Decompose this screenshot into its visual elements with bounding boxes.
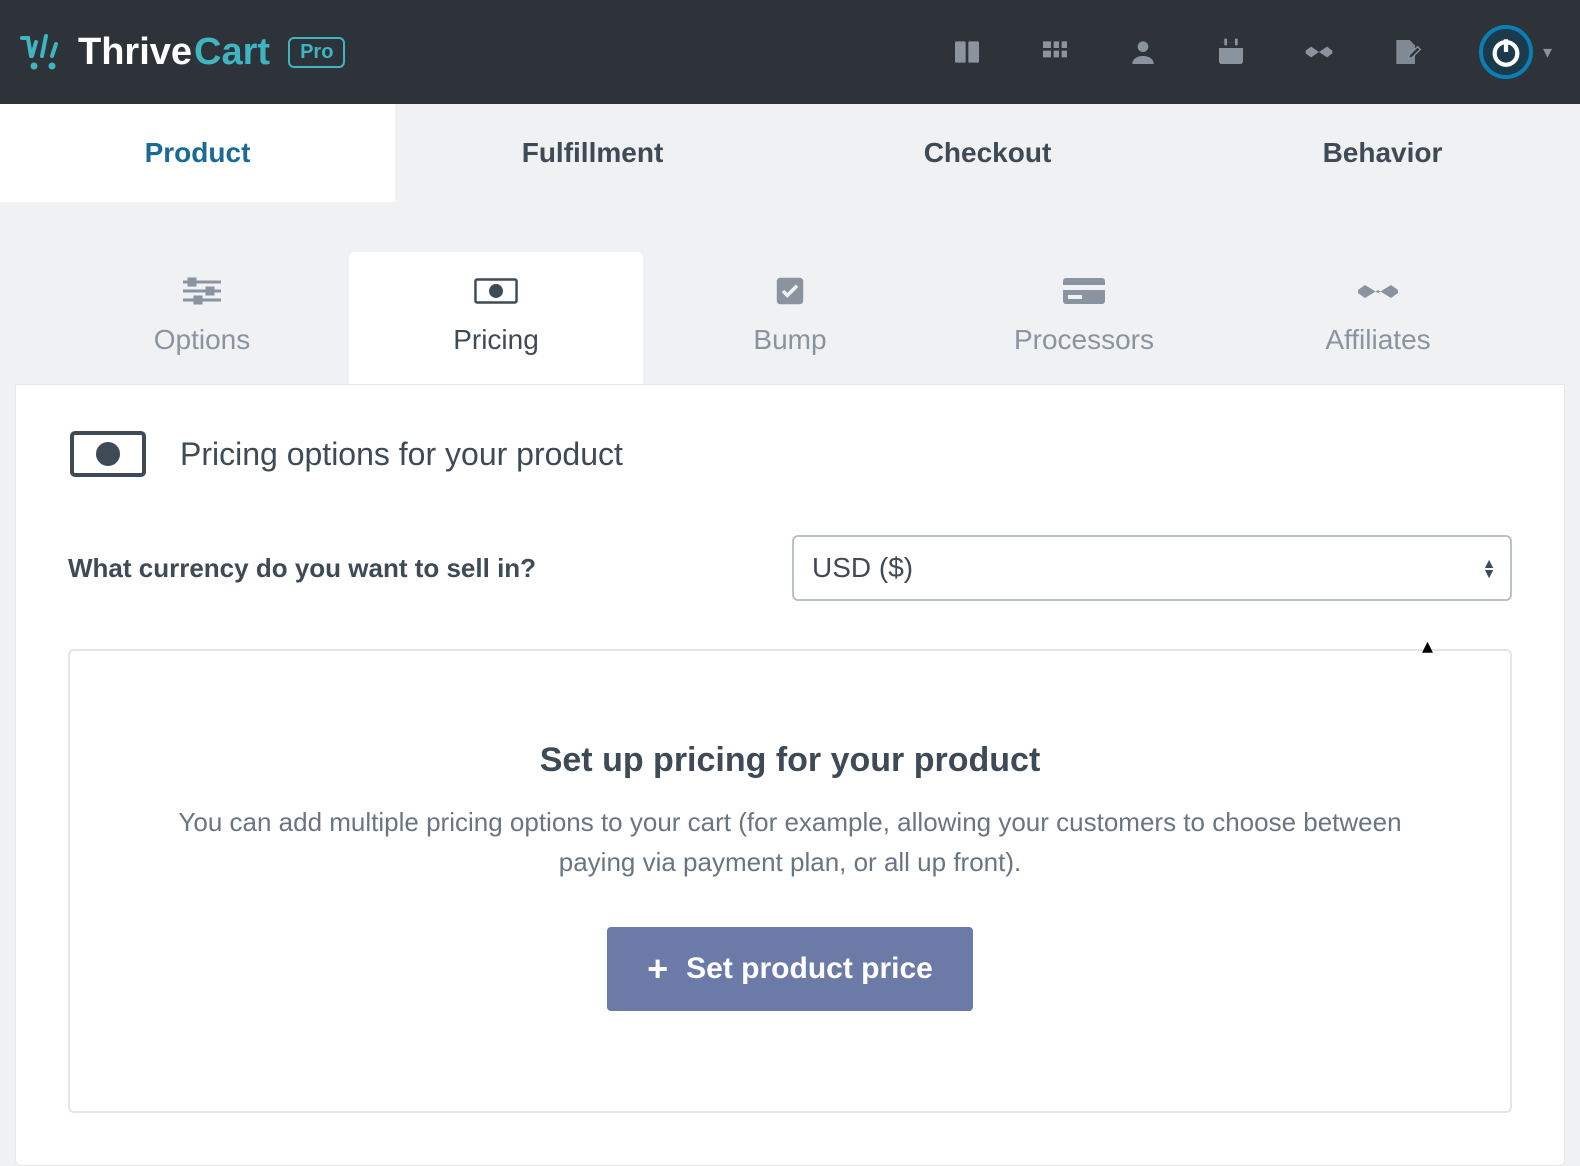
pro-badge: Pro: [288, 37, 345, 68]
account-menu[interactable]: ▾: [1479, 25, 1552, 79]
money-icon: [473, 276, 519, 306]
edit-doc-icon[interactable]: [1391, 36, 1423, 68]
logo-text-1: Thrive: [78, 31, 192, 74]
chevron-down-icon: ▾: [1543, 42, 1552, 63]
subtab-label: Pricing: [453, 324, 539, 356]
panel-header: Pricing options for your product: [68, 429, 1512, 479]
currency-select[interactable]: USD ($) ▲▼: [792, 535, 1512, 601]
grid-icon[interactable]: [1039, 36, 1071, 68]
money-icon: [68, 429, 148, 479]
subtab-label: Processors: [1014, 324, 1154, 356]
user-icon[interactable]: [1127, 36, 1159, 68]
sliders-icon: [179, 276, 225, 306]
main-tab-bar: Product Fulfillment Checkout Behavior: [0, 104, 1580, 202]
logo[interactable]: ThriveCart Pro: [20, 31, 345, 74]
pricing-box-description: You can add multiple pricing options to …: [175, 802, 1405, 883]
tab-product[interactable]: Product: [0, 104, 395, 202]
tab-behavior[interactable]: Behavior: [1185, 104, 1580, 202]
subtab-pricing[interactable]: Pricing: [349, 252, 643, 384]
subtab-bump[interactable]: Bump: [643, 252, 937, 384]
subtab-label: Affiliates: [1325, 324, 1430, 356]
logo-text-2: Cart: [194, 31, 270, 74]
pricing-box-heading: Set up pricing for your product: [130, 741, 1450, 780]
panel-title: Pricing options for your product: [180, 436, 623, 473]
tab-fulfillment[interactable]: Fulfillment: [395, 104, 790, 202]
subtab-affiliates[interactable]: Affiliates: [1231, 252, 1525, 384]
plus-icon: +: [647, 951, 668, 987]
button-label: Set product price: [686, 952, 933, 986]
columns-icon[interactable]: [951, 36, 983, 68]
currency-row: What currency do you want to sell in? US…: [68, 535, 1512, 601]
pricing-panel: Pricing options for your product What cu…: [15, 384, 1565, 1166]
app-header: ThriveCart Pro ▾: [0, 0, 1580, 104]
subtab-label: Bump: [753, 324, 826, 356]
handshake-icon[interactable]: [1303, 36, 1335, 68]
header-icon-bar: ▾: [951, 25, 1552, 79]
currency-label: What currency do you want to sell in?: [68, 553, 536, 584]
subtab-options[interactable]: Options: [55, 252, 349, 384]
set-product-price-button[interactable]: + Set product price: [607, 927, 973, 1011]
currency-select-value[interactable]: USD ($): [792, 535, 1512, 601]
select-arrows-icon: ▲▼: [1482, 558, 1496, 578]
card-icon: [1061, 276, 1107, 306]
power-icon[interactable]: [1479, 25, 1533, 79]
checkbox-icon: [767, 276, 813, 306]
sub-tab-bar: Options Pricing Bump Processors: [15, 252, 1565, 384]
subtab-processors[interactable]: Processors: [937, 252, 1231, 384]
subtab-label: Options: [154, 324, 251, 356]
calendar-icon[interactable]: [1215, 36, 1247, 68]
tab-checkout[interactable]: Checkout: [790, 104, 1185, 202]
cart-logo-icon: [20, 32, 68, 72]
pricing-setup-box: Set up pricing for your product You can …: [68, 649, 1512, 1113]
handshake-icon: [1355, 276, 1401, 306]
